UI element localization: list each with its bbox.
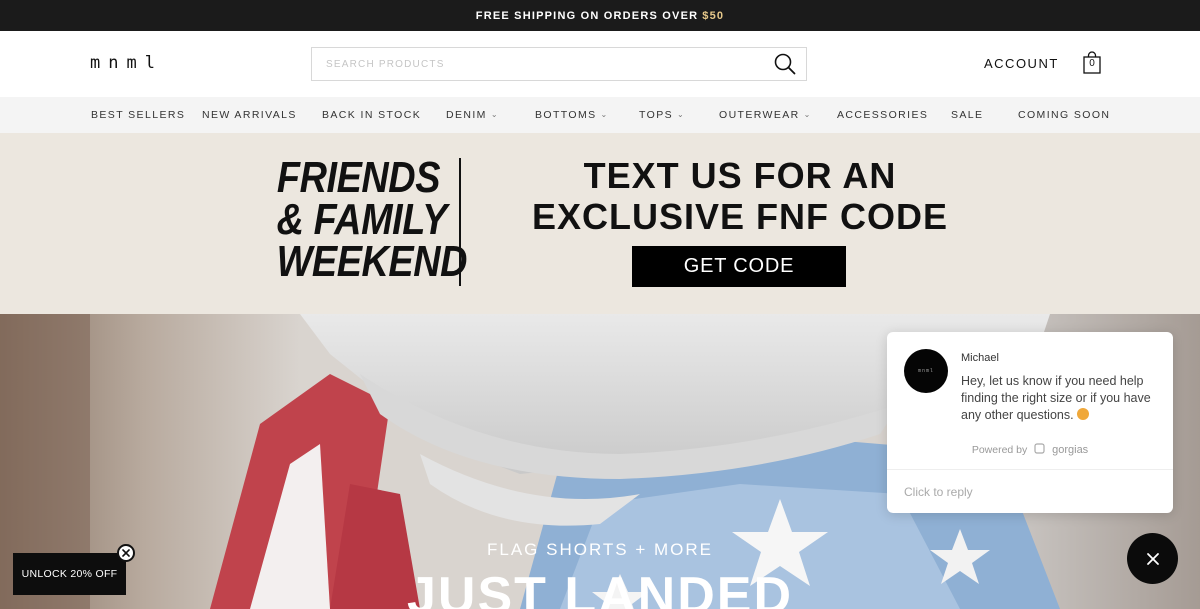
nav-label: ACCESSORIES <box>837 109 929 121</box>
promo-divider <box>459 158 461 286</box>
nav-label: DENIM <box>446 109 487 121</box>
unlock-discount-button[interactable]: UNLOCK 20% OFF <box>13 553 126 595</box>
announcement-text: FREE SHIPPING ON ORDERS OVER <box>475 9 699 22</box>
chat-divider <box>887 469 1173 470</box>
nav-label: NEW ARRIVALS <box>202 109 297 121</box>
promo-left-line: & FAMILY <box>276 195 448 244</box>
announcement-highlight: $50 <box>702 9 725 22</box>
nav-label: TOPS <box>639 109 673 121</box>
chevron-down-icon: ⌄ <box>490 110 499 119</box>
search-button[interactable] <box>764 48 806 80</box>
close-icon <box>1146 552 1159 565</box>
nav-item-outerwear[interactable]: OUTERWEAR ⌄ <box>719 97 812 133</box>
powered-by[interactable]: Powered by gorgias <box>887 443 1173 456</box>
cart-button[interactable]: 0 <box>1082 51 1102 75</box>
hero-title: JUST LANDED <box>406 567 794 609</box>
powered-by-brand: gorgias <box>1052 444 1089 456</box>
chevron-down-icon: ⌄ <box>803 110 812 119</box>
avatar: mnml <box>904 349 948 393</box>
nav-item-coming-soon[interactable]: COMING SOON <box>1018 97 1110 133</box>
announcement-bar: FREE SHIPPING ON ORDERS OVER $50 <box>0 0 1200 31</box>
nav-item-tops[interactable]: TOPS ⌄ <box>639 97 685 133</box>
nav-item-accessories[interactable]: ACCESSORIES <box>837 97 928 133</box>
friends-family-heading: FRIENDS & FAMILY WEEKEND <box>276 153 468 286</box>
hero-subtitle: FLAG SHORTS + MORE <box>486 540 714 559</box>
promo-right-line: TEXT US FOR AN <box>583 155 897 196</box>
chat-agent-name: Michael <box>961 352 999 364</box>
chat-close-button[interactable] <box>1127 533 1178 584</box>
search-box <box>311 47 807 81</box>
site-logo[interactable]: mnml <box>90 53 163 73</box>
close-icon <box>122 549 130 557</box>
nav-item-bottoms[interactable]: BOTTOMS ⌄ <box>535 97 609 133</box>
chevron-down-icon: ⌄ <box>600 110 609 119</box>
search-input[interactable] <box>312 48 764 80</box>
promo-left-line: WEEKEND <box>276 237 468 286</box>
nav-label: BEST SELLERS <box>91 109 186 121</box>
promo-left-line: FRIENDS <box>276 153 441 202</box>
chat-reply-input[interactable]: Click to reply <box>904 485 973 499</box>
nav-label: OUTERWEAR <box>719 109 800 121</box>
chat-message: Hey, let us know if you need help findin… <box>961 373 1161 424</box>
nav-item-sale[interactable]: SALE <box>951 97 983 133</box>
powered-by-label: Powered by <box>971 444 1028 456</box>
nav-item-denim[interactable]: DENIM ⌄ <box>446 97 499 133</box>
nav-label: BACK IN STOCK <box>322 109 422 121</box>
get-code-button[interactable]: GET CODE <box>632 246 846 287</box>
promo-banner[interactable]: FRIENDS & FAMILY WEEKEND TEXT US FOR AN … <box>0 133 1200 314</box>
cart-count: 0 <box>1089 58 1095 69</box>
smile-emoji-icon <box>1077 408 1090 420</box>
nav-item-back-in-stock[interactable]: BACK IN STOCK <box>322 97 421 133</box>
search-icon <box>774 53 796 75</box>
chat-message-text: Hey, let us know if you need help findin… <box>961 374 1151 422</box>
nav-label: COMING SOON <box>1018 109 1111 121</box>
gorgias-logo-icon <box>1034 443 1045 454</box>
site-header: mnml ACCOUNT 0 <box>0 31 1200 97</box>
chat-widget: mnml Michael Hey, let us know if you nee… <box>887 332 1173 513</box>
nav-label: SALE <box>951 109 984 121</box>
account-link[interactable]: ACCOUNT <box>984 56 1059 71</box>
nav-item-new-arrivals[interactable]: NEW ARRIVALS <box>202 97 297 133</box>
text-us-heading: TEXT US FOR AN EXCLUSIVE FNF CODE <box>520 155 960 237</box>
avatar-text: mnml <box>917 368 935 374</box>
promo-right-line: EXCLUSIVE FNF CODE <box>531 196 949 237</box>
chevron-down-icon: ⌄ <box>677 110 686 119</box>
unlock-close-button[interactable] <box>117 544 135 562</box>
nav-item-best-sellers[interactable]: BEST SELLERS <box>91 97 185 133</box>
main-nav: BEST SELLERS NEW ARRIVALS BACK IN STOCK … <box>0 97 1200 133</box>
nav-label: BOTTOMS <box>535 109 597 121</box>
